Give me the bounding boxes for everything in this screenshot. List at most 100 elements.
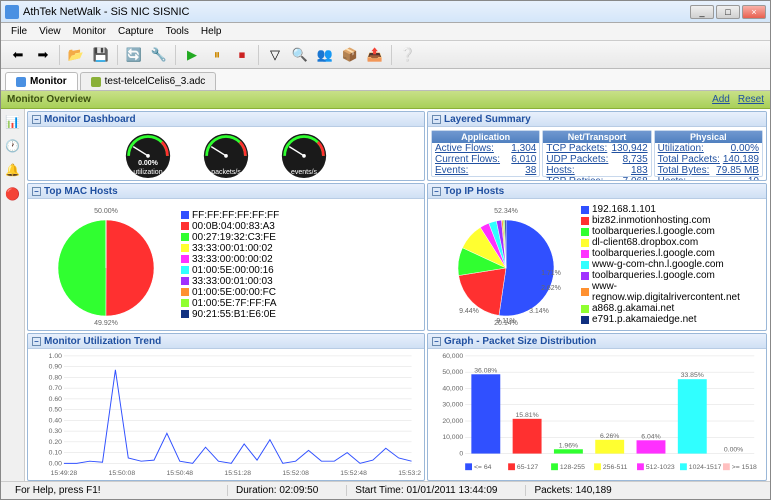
svg-text:15:50:48: 15:50:48 — [166, 470, 193, 477]
svg-text:2.62%: 2.62% — [541, 285, 561, 292]
svg-text:3.14%: 3.14% — [529, 308, 549, 315]
menu-monitor[interactable]: Monitor — [67, 24, 112, 39]
svg-text:15:52:08: 15:52:08 — [282, 470, 309, 477]
refresh-button[interactable]: 🔄 — [123, 44, 145, 66]
sidebar-chart-icon[interactable]: 🔴 — [4, 185, 22, 203]
overview-bar: Monitor Overview Add Reset — [1, 91, 770, 109]
legend-item: www-regnow.wip.digitalrivercontent.net — [581, 281, 763, 303]
svg-text:0: 0 — [459, 451, 463, 458]
svg-text:1024-1517: 1024-1517 — [689, 464, 722, 471]
trend-panel: –Monitor Utilization Trend 0.000.100.200… — [27, 333, 425, 481]
play-button[interactable]: ▶ — [181, 44, 203, 66]
svg-text:256-511: 256-511 — [603, 464, 628, 471]
menu-capture[interactable]: Capture — [112, 24, 160, 39]
sidebar-alerts-icon[interactable]: 🔔 — [4, 161, 22, 179]
legend-item: biz82.inmotionhosting.com — [581, 215, 763, 226]
settings-button[interactable]: 🔧 — [148, 44, 170, 66]
save-button[interactable]: 💾 — [90, 44, 112, 66]
svg-text:1.96%: 1.96% — [559, 442, 578, 449]
ip-legend: 192.168.1.101biz82.inmotionhosting.com to… — [581, 204, 763, 325]
legend-item: 192.168.1.101 — [581, 204, 763, 215]
export-button[interactable]: 📤 — [364, 44, 386, 66]
legend-item: 01:00:5E:00:00:16 — [181, 265, 421, 276]
legend-item: toolbarqueries.l.google.com — [581, 270, 763, 281]
mac-pie-chart: 50.00%49.92% — [31, 205, 181, 325]
sidebar-hosts-icon[interactable]: 🕐 — [4, 137, 22, 155]
sidebar: 📊 🕐 🔔 🔴 — [1, 109, 25, 481]
svg-text:15:51:28: 15:51:28 — [224, 470, 251, 477]
maximize-button[interactable]: □ — [716, 5, 740, 19]
svg-text:0.20: 0.20 — [49, 439, 62, 446]
legend-item: 33:33:00:00:00:02 — [181, 254, 421, 265]
status-help: For Help, press F1! — [7, 485, 207, 496]
svg-text:0.00: 0.00 — [49, 460, 62, 467]
collapse-icon[interactable]: – — [32, 337, 41, 346]
svg-text:0.00%: 0.00% — [724, 447, 743, 454]
sidebar-dashboard-icon[interactable]: 📊 — [4, 113, 22, 131]
file-icon — [91, 77, 101, 87]
help-button[interactable]: ❔ — [397, 44, 419, 66]
open-button[interactable]: 📂 — [65, 44, 87, 66]
search-button[interactable]: 🔍 — [289, 44, 311, 66]
collapse-icon[interactable]: – — [432, 337, 441, 346]
hosts-button[interactable]: 👥 — [314, 44, 336, 66]
legend-item: 90:21:55:B1:E6:0E — [181, 309, 421, 320]
svg-text:50.00%: 50.00% — [94, 208, 118, 215]
menu-file[interactable]: File — [5, 24, 33, 39]
svg-text:30,000: 30,000 — [442, 402, 463, 409]
ip-hosts-panel: –Top IP Hosts 52.34%20.14%9.44%9.11%3.14… — [427, 183, 767, 331]
svg-text:<= 64: <= 64 — [474, 464, 492, 471]
window-title: AthTek NetWalk - SiS NIC SISNIC — [23, 6, 688, 18]
svg-text:60,000: 60,000 — [442, 353, 463, 360]
menu-tools[interactable]: Tools — [160, 24, 195, 39]
svg-text:>= 1518: >= 1518 — [732, 464, 757, 471]
legend-item: 01:00:5E:7F:FF:FA — [181, 298, 421, 309]
pause-button[interactable]: ⏸ — [206, 44, 228, 66]
tab-monitor[interactable]: Monitor — [5, 72, 78, 90]
reset-link[interactable]: Reset — [738, 94, 764, 105]
graph-panel: –Graph - Packet Size Distribution 010,00… — [427, 333, 767, 481]
close-button[interactable]: × — [742, 5, 766, 19]
legend-item: FF:FF:FF:FF:FF:FF — [181, 210, 421, 221]
app-icon — [5, 5, 19, 19]
svg-text:128-255: 128-255 — [560, 464, 585, 471]
svg-text:0.90: 0.90 — [49, 364, 62, 371]
svg-text:10,000: 10,000 — [442, 434, 463, 441]
collapse-icon[interactable]: – — [32, 187, 41, 196]
svg-text:9.11%: 9.11% — [496, 318, 515, 325]
legend-item: e791.p.akamaiedge.net — [581, 314, 763, 325]
svg-text:65-127: 65-127 — [517, 464, 538, 471]
svg-text:15.81%: 15.81% — [516, 412, 539, 419]
tab-capture-file[interactable]: test-telcelCelis6_3.adc — [80, 72, 217, 90]
filter-button[interactable]: ▽ — [264, 44, 286, 66]
svg-text:0.50: 0.50 — [49, 407, 62, 414]
add-link[interactable]: Add — [712, 94, 730, 105]
legend-item: toolbarqueries.l.google.com — [581, 248, 763, 259]
back-button[interactable]: ⬅ — [7, 44, 29, 66]
legend-item: 33:33:00:01:00:03 — [181, 276, 421, 287]
dashboard-panel: –Monitor Dashboard 0.00% utilization pac… — [27, 111, 425, 181]
menu-view[interactable]: View — [33, 24, 67, 39]
dist-chart: 010,00020,00030,00040,00050,00060,00036.… — [431, 352, 763, 477]
legend-item: 01:00:5E:00:00:FC — [181, 287, 421, 298]
collapse-icon[interactable]: – — [32, 115, 41, 124]
svg-text:0.30: 0.30 — [49, 428, 62, 435]
svg-text:1.71%: 1.71% — [541, 270, 561, 277]
svg-text:6.26%: 6.26% — [600, 433, 619, 440]
forward-button[interactable]: ➡ — [32, 44, 54, 66]
menu-help[interactable]: Help — [195, 24, 228, 39]
svg-text:9.44%: 9.44% — [459, 308, 479, 315]
status-packets: Packets: 140,189 — [525, 485, 619, 496]
svg-text:36.08%: 36.08% — [474, 367, 497, 374]
packets-button[interactable]: 📦 — [339, 44, 361, 66]
minimize-button[interactable]: _ — [690, 5, 714, 19]
stop-button[interactable]: ⏹ — [231, 44, 253, 66]
legend-item: 00:0B:04:00:83:A3 — [181, 221, 421, 232]
svg-text:0.40: 0.40 — [49, 417, 62, 424]
tabstrip: Monitor test-telcelCelis6_3.adc — [1, 69, 770, 91]
svg-text:20,000: 20,000 — [442, 418, 463, 425]
trend-chart: 0.000.100.200.300.400.500.600.700.800.90… — [31, 352, 421, 477]
collapse-icon[interactable]: – — [432, 115, 441, 124]
gauge-utilization: 0.00% utilization — [111, 130, 185, 178]
collapse-icon[interactable]: – — [432, 187, 441, 196]
